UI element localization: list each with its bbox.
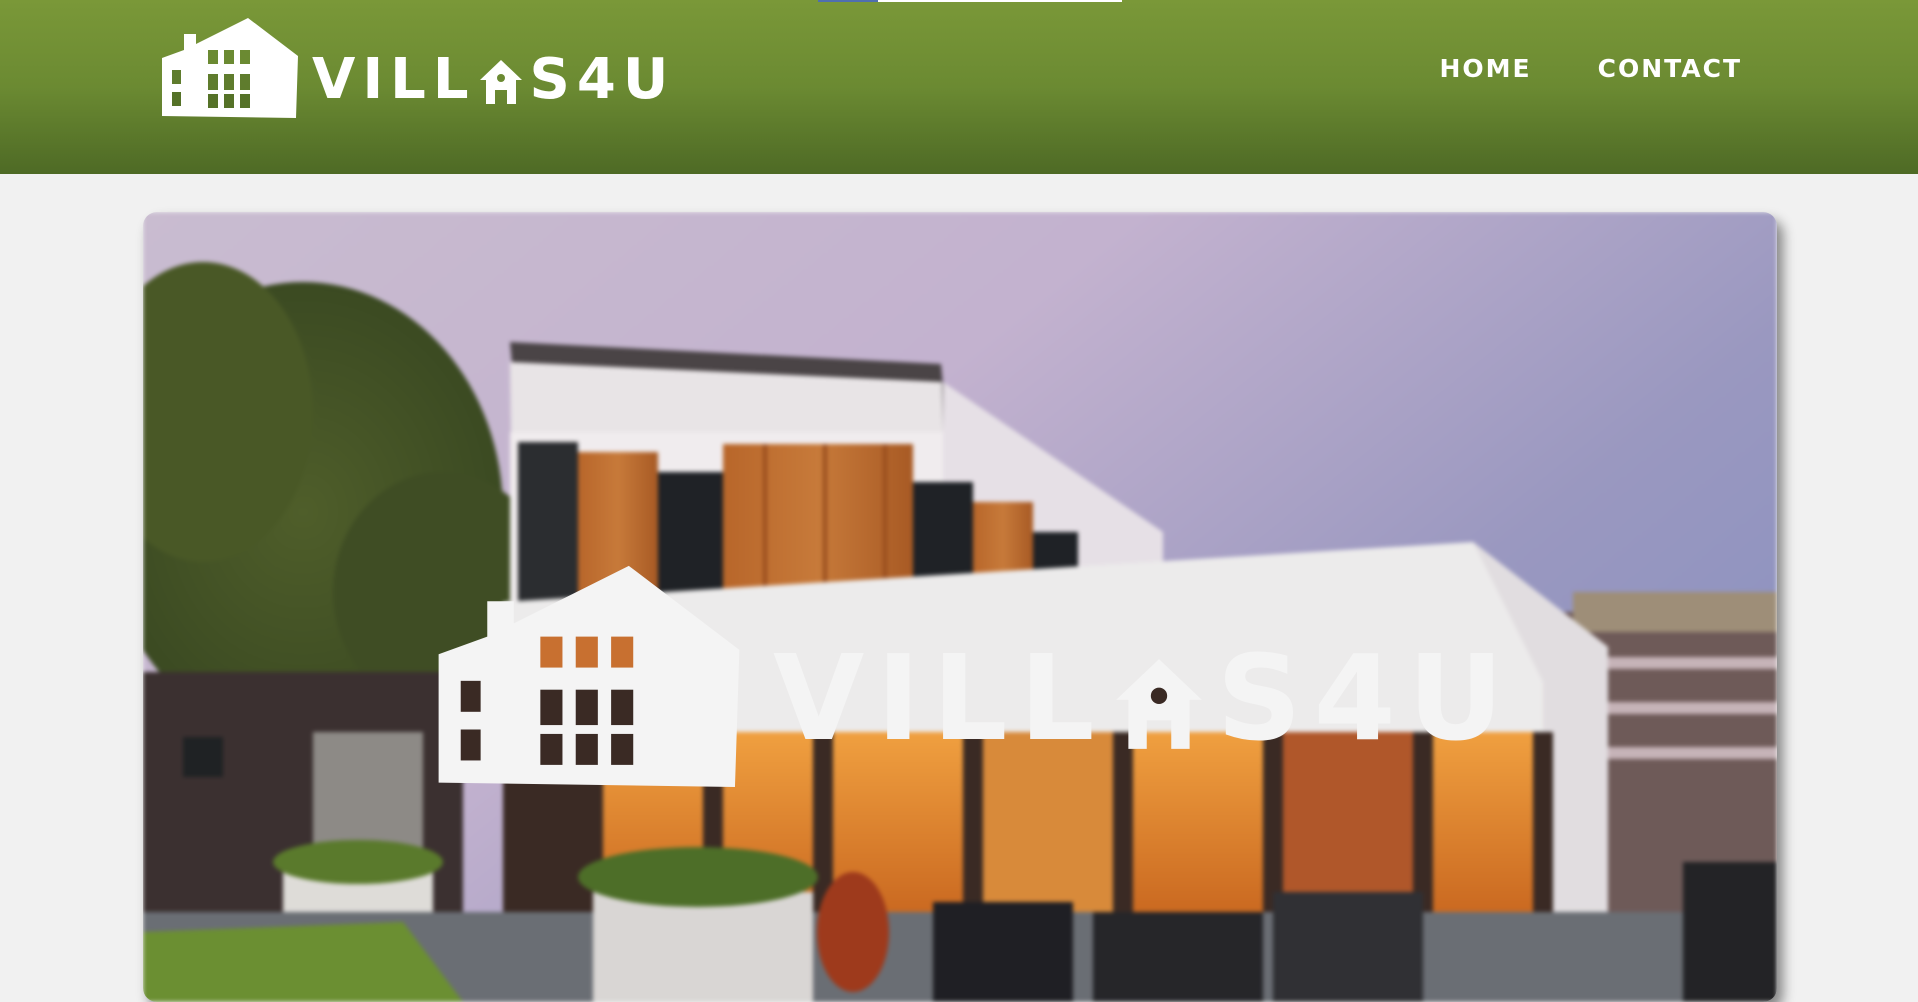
brand-text-part1: VILL xyxy=(312,47,476,112)
house-a-icon xyxy=(479,60,522,104)
house-icon xyxy=(162,18,298,118)
hero-brand-text-part2: S4U xyxy=(1216,629,1516,767)
hero-banner: VILL S4U xyxy=(143,212,1777,1002)
brand-text-part2: S4U xyxy=(529,47,676,112)
site-header: VILL S4U HOME CONTACT xyxy=(0,0,1918,174)
hero-brand-text-part1: VILL xyxy=(773,629,1107,767)
main-nav: HOME CONTACT xyxy=(1439,54,1742,83)
house-icon xyxy=(438,565,740,787)
nav-contact-link[interactable]: CONTACT xyxy=(1598,54,1742,83)
top-accent-bar xyxy=(818,0,1122,2)
brand-wordmark: VILL S4U xyxy=(312,52,675,108)
nav-home-link[interactable]: HOME xyxy=(1439,54,1531,83)
brand-logo[interactable]: VILL S4U xyxy=(160,14,675,118)
hero-brand-wordmark: VILL S4U xyxy=(773,639,1516,757)
hero-brand-logo: VILL S4U xyxy=(433,557,1516,787)
house-a-icon xyxy=(1115,659,1202,749)
